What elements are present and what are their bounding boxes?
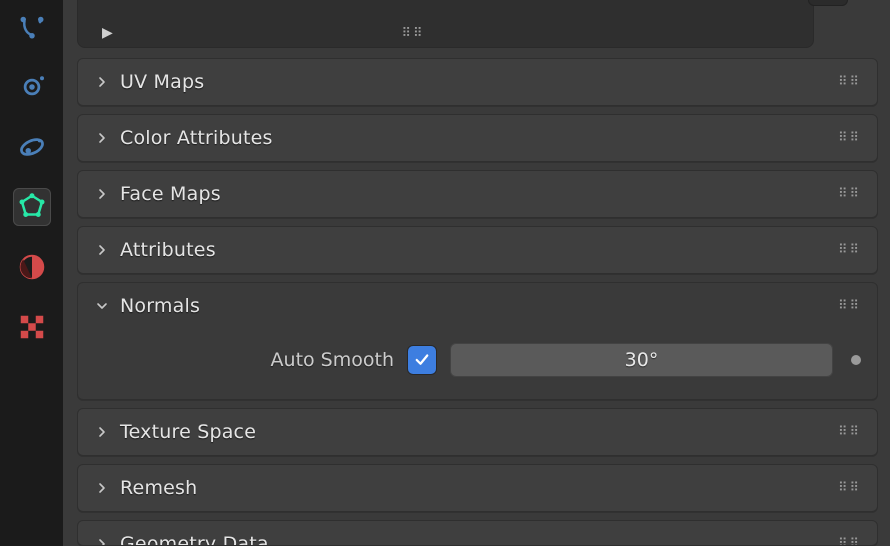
panel-remesh[interactable]: Remesh ⠿⠿ — [77, 464, 878, 512]
shape-keys-area: ▶ ⠿⠿ — [77, 0, 878, 37]
panel-title: Geometry Data — [120, 533, 269, 546]
particles-icon — [17, 72, 47, 102]
panel-normals-header[interactable]: Normals ⠿⠿ — [78, 283, 877, 329]
chevron-down-icon — [92, 296, 112, 316]
chevron-right-icon — [92, 128, 112, 148]
material-icon — [17, 252, 47, 282]
specials-menu-button[interactable] — [808, 0, 848, 6]
auto-smooth-label: Auto Smooth — [94, 349, 394, 371]
shape-keys-list[interactable]: ▶ ⠿⠿ — [77, 0, 814, 48]
physics-icon — [17, 132, 47, 162]
panel-attributes[interactable]: Attributes ⠿⠿ — [77, 226, 878, 274]
panel-title: Face Maps — [120, 183, 221, 205]
tab-physics[interactable] — [13, 128, 51, 166]
chevron-right-icon — [92, 422, 112, 442]
panel-face-maps[interactable]: Face Maps ⠿⠿ — [77, 170, 878, 218]
panel-normals-body: Auto Smooth 30° — [78, 329, 877, 399]
panel-title: Texture Space — [120, 421, 256, 443]
texture-icon — [17, 312, 47, 342]
drag-handle-icon[interactable]: ⠿⠿ — [838, 131, 861, 146]
panel-uv-maps[interactable]: UV Maps ⠿⠿ — [77, 58, 878, 106]
chevron-right-icon — [92, 534, 112, 546]
play-icon[interactable]: ▶ — [102, 25, 113, 41]
chevron-right-icon — [92, 478, 112, 498]
drag-handle-icon[interactable]: ⠿⠿ — [402, 26, 425, 41]
chevron-down-icon — [819, 0, 837, 3]
drag-handle-icon[interactable]: ⠿⠿ — [838, 187, 861, 202]
properties-tab-bar — [0, 0, 63, 546]
chevron-right-icon — [92, 184, 112, 204]
drag-handle-icon[interactable]: ⠿⠿ — [838, 299, 861, 314]
tab-particles[interactable] — [13, 68, 51, 106]
tab-texture[interactable] — [13, 308, 51, 346]
drag-handle-icon[interactable]: ⠿⠿ — [838, 75, 861, 90]
animate-property-button[interactable] — [851, 355, 861, 365]
check-icon — [413, 351, 431, 369]
panel-color-attributes[interactable]: Color Attributes ⠿⠿ — [77, 114, 878, 162]
panel-title: Normals — [120, 295, 200, 317]
drag-handle-icon[interactable]: ⠿⠿ — [838, 537, 861, 546]
panel-texture-space[interactable]: Texture Space ⠿⠿ — [77, 408, 878, 456]
auto-smooth-angle-field[interactable]: 30° — [450, 343, 833, 377]
tab-object-data[interactable] — [13, 188, 51, 226]
properties-content: ▶ ⠿⠿ UV Maps ⠿⠿ Color Attributes ⠿⠿ — [63, 0, 890, 546]
panel-normals: Normals ⠿⠿ Auto Smooth 30° — [77, 282, 878, 400]
auto-smooth-checkbox[interactable] — [408, 346, 436, 374]
chevron-right-icon — [92, 240, 112, 260]
chevron-right-icon — [92, 72, 112, 92]
panel-title: Attributes — [120, 239, 216, 261]
mesh-data-icon — [17, 192, 47, 222]
panel-title: Color Attributes — [120, 127, 273, 149]
tab-constraints[interactable] — [13, 8, 51, 46]
drag-handle-icon[interactable]: ⠿⠿ — [838, 243, 861, 258]
panel-title: UV Maps — [120, 71, 204, 93]
panel-geometry-data[interactable]: Geometry Data ⠿⠿ — [77, 520, 878, 546]
drag-handle-icon[interactable]: ⠿⠿ — [838, 481, 861, 496]
panel-title: Remesh — [120, 477, 197, 499]
constraints-icon — [17, 12, 47, 42]
drag-handle-icon[interactable]: ⠿⠿ — [838, 425, 861, 440]
tab-material[interactable] — [13, 248, 51, 286]
